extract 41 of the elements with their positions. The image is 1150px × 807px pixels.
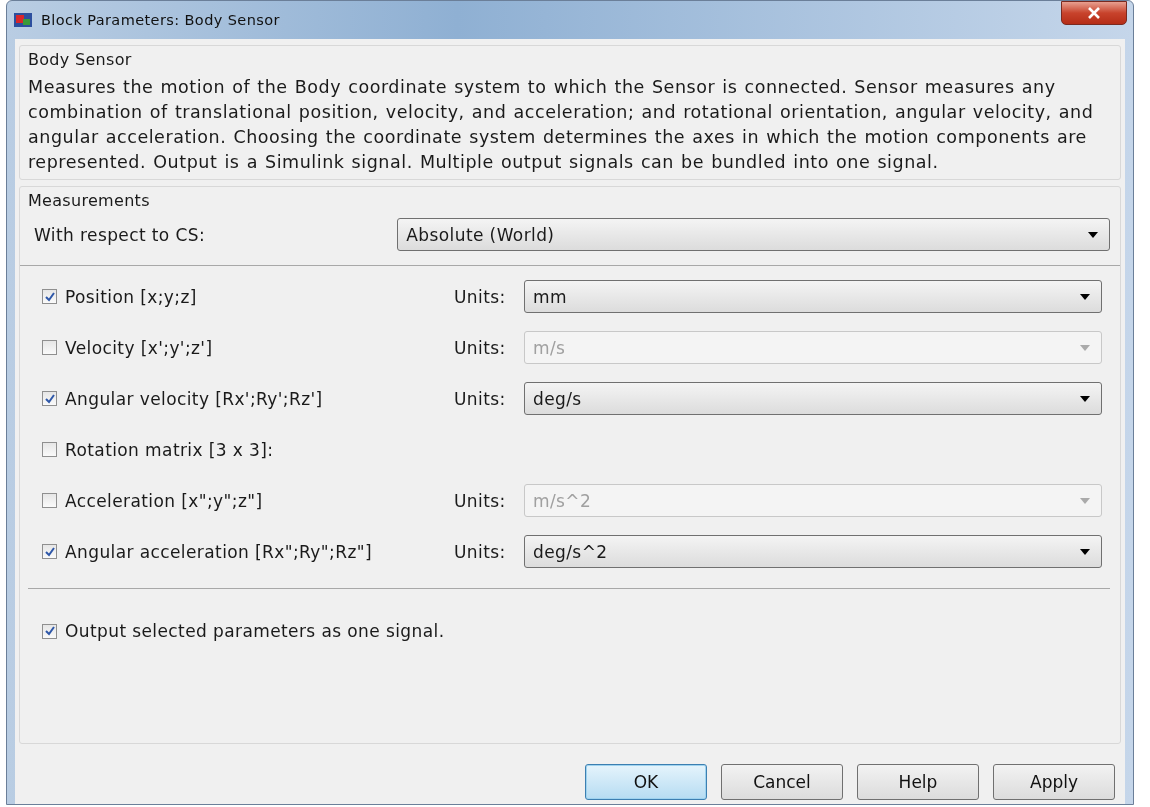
units-dropdown[interactable]: deg/s^2	[524, 535, 1102, 568]
checkbox-label: Output selected parameters as one signal.	[65, 621, 445, 641]
caret-icon	[1087, 230, 1099, 239]
units-label: Units:	[454, 337, 507, 358]
checkbox[interactable]	[42, 289, 57, 304]
close-button[interactable]	[1061, 1, 1127, 25]
checkbox[interactable]	[42, 391, 57, 406]
dialog-button[interactable]: Cancel	[721, 764, 843, 800]
checkbox-label: Position [x;y;z]	[65, 286, 197, 307]
checkbox[interactable]	[42, 623, 57, 639]
caret-icon	[1079, 547, 1091, 556]
description-text: Measures the motion of the Body coordinate system to which the Sensor is connected. Sensor measures any combination of translational position, velocity, and acceleration; and rotational orientation, angular velocity, and angular acceleration. Choosing the coordinate system determines the axes in which the motion components are represented. Output is a Simulink signal. Multiple output signals can be bundled into one signal.	[28, 76, 1095, 174]
field-label: With respect to CS:	[34, 224, 207, 245]
checkbox-label: Acceleration [x";y";z"]	[65, 490, 263, 511]
units-dropdown[interactable]: deg/s	[524, 382, 1102, 415]
checkbox-label: Rotation matrix [3 x 3]:	[65, 439, 274, 460]
dialog-button[interactable]: Help	[857, 764, 979, 800]
checkbox[interactable]	[42, 340, 57, 355]
app-icon	[13, 10, 33, 30]
group-heading: Body Sensor	[28, 50, 133, 69]
checkbox[interactable]	[42, 544, 57, 559]
dialog-button[interactable]: OK	[585, 764, 707, 800]
units-dropdown[interactable]: mm	[524, 280, 1102, 313]
window-title: Block Parameters: Body Sensor	[41, 12, 280, 28]
dropdown[interactable]: Absolute (World)	[397, 218, 1110, 251]
close-icon	[1087, 6, 1101, 20]
caret-icon	[1079, 343, 1091, 352]
units-label: Units:	[454, 286, 507, 307]
units-label: Units:	[454, 388, 507, 409]
caret-icon	[1079, 394, 1091, 403]
checkbox[interactable]	[42, 493, 57, 508]
caret-icon	[1079, 292, 1091, 301]
checkbox-label: Velocity [x';y';z']	[65, 337, 213, 358]
checkbox-label: Angular velocity [Rx';Ry';Rz']	[65, 388, 323, 409]
units-label: Units:	[454, 490, 507, 511]
checkbox-label: Angular acceleration [Rx";Ry";Rz"]	[65, 541, 372, 562]
dialog-button[interactable]: Apply	[993, 764, 1115, 800]
caret-icon	[1079, 496, 1091, 505]
checkbox[interactable]	[42, 442, 57, 457]
units-label: Units:	[454, 541, 507, 562]
group-heading: Measurements	[28, 191, 151, 210]
